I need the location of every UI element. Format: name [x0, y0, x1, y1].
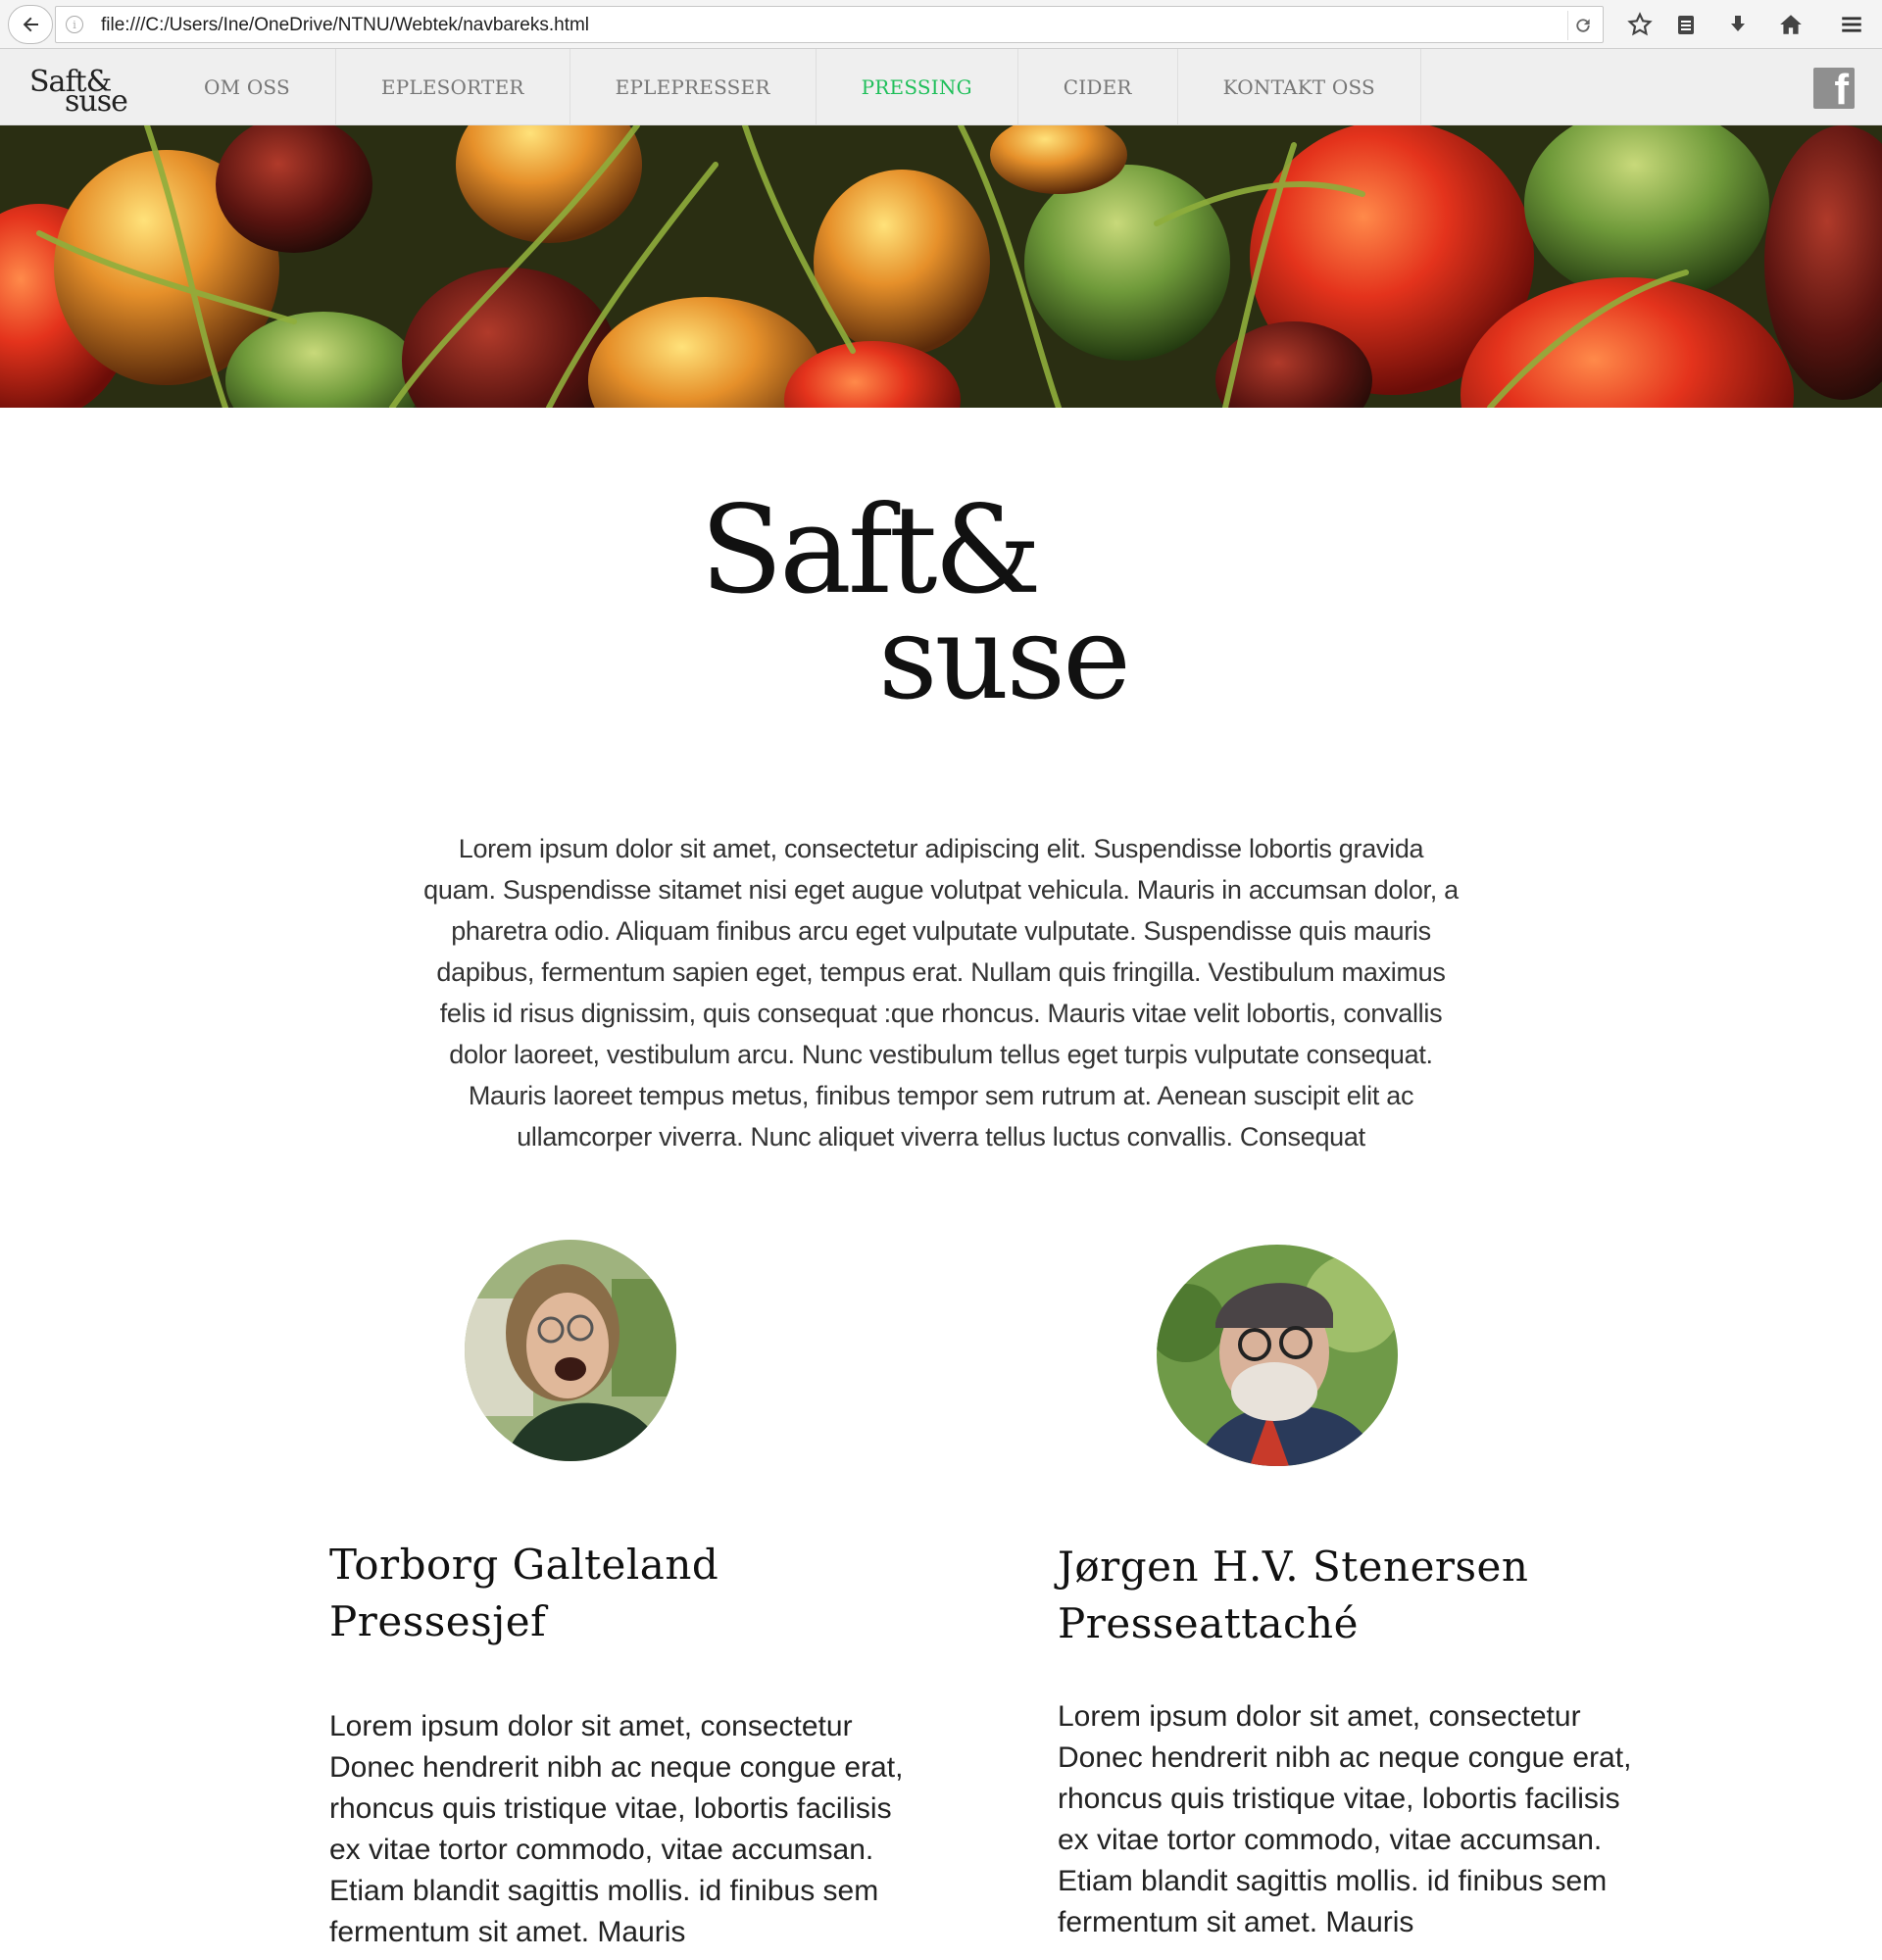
home-icon	[1780, 15, 1802, 34]
nav-logo[interactable]: Saft& suse	[27, 61, 129, 119]
person-title: Pressesjef	[329, 1597, 547, 1645]
browser-toolbar: i file:///C:/Users/Ine/OneDrive/NTNU/Web…	[0, 0, 1882, 49]
menu-button[interactable]	[1833, 6, 1870, 43]
bookmark-star-button[interactable]	[1621, 6, 1659, 43]
nav-item-eplesorter[interactable]: EPLESORTER	[336, 49, 570, 125]
hamburger-menu-icon	[1842, 17, 1861, 32]
person-bio: Lorem ipsum dolor sit amet, consectetur …	[1058, 1700, 1632, 1938]
reload-icon	[1575, 19, 1590, 32]
site-logo: Saft& suse	[686, 490, 1196, 725]
person-name: Jørgen H.V. Stenersen	[1058, 1543, 1529, 1591]
back-arrow-icon	[23, 17, 38, 32]
intro-paragraph: Lorem ipsum dolor sit amet, consectetur …	[423, 834, 1459, 1152]
nav-logo-line2: suse	[65, 84, 128, 119]
back-button[interactable]	[8, 5, 53, 44]
avatar	[465, 1240, 676, 1461]
address-bar[interactable]: i file:///C:/Users/Ine/OneDrive/NTNU/Web…	[55, 6, 1604, 43]
nav-item-pressing[interactable]: PRESSING	[817, 49, 1018, 125]
reload-button[interactable]	[1567, 11, 1597, 40]
person-name: Torborg Galteland	[329, 1541, 719, 1589]
downloads-button[interactable]	[1719, 6, 1757, 43]
hero-banner-image	[0, 125, 1882, 408]
apples-illustration	[0, 125, 1882, 408]
reading-list-button[interactable]	[1667, 6, 1705, 43]
url-text[interactable]: file:///C:/Users/Ine/OneDrive/NTNU/Webte…	[101, 15, 589, 36]
nav-item-kontakt-oss[interactable]: KONTAKT OSS	[1178, 49, 1421, 125]
person-bio: Lorem ipsum dolor sit amet, consectetur …	[329, 1710, 904, 1948]
person-title: Presseattaché	[1058, 1599, 1359, 1647]
logo-line2: suse	[878, 590, 1131, 725]
avatar	[1157, 1245, 1398, 1466]
info-icon[interactable]: i	[66, 16, 83, 33]
clipboard-icon	[1678, 16, 1694, 34]
portrait-woman-illustration	[465, 1240, 676, 1461]
site-navbar: Saft& suse OM OSS EPLESORTER EPLEPRESSER…	[0, 49, 1882, 125]
facebook-glyph: f	[1834, 68, 1849, 109]
facebook-icon[interactable]: f	[1813, 68, 1855, 109]
nav-item-om-oss[interactable]: OM OSS	[176, 49, 336, 125]
nav-menu: OM OSS EPLESORTER EPLEPRESSER PRESSING C…	[176, 49, 1421, 125]
nav-item-eplepresser[interactable]: EPLEPRESSER	[570, 49, 817, 125]
download-arrow-icon	[1731, 16, 1745, 31]
star-icon	[1627, 12, 1653, 36]
portrait-man-illustration	[1157, 1245, 1398, 1466]
home-button[interactable]	[1772, 6, 1809, 43]
nav-item-cider[interactable]: CIDER	[1018, 49, 1178, 125]
